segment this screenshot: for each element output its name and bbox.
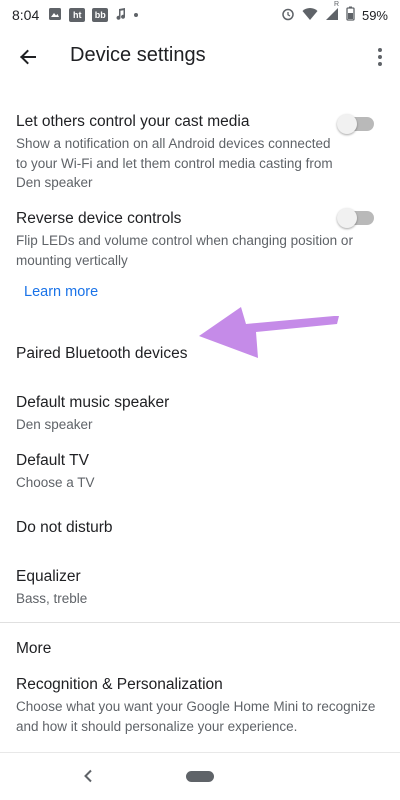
- default-tv-title: Default TV: [16, 452, 89, 469]
- cast-media-setting[interactable]: Let others control your cast media Show …: [16, 112, 336, 193]
- default-tv-item[interactable]: Default TV Choose a TV: [16, 451, 384, 493]
- status-bar: 8:04 ht bb R 59%: [0, 0, 400, 30]
- recognition-description: Choose what you want your Google Home Mi…: [16, 699, 376, 734]
- home-pill-icon[interactable]: [186, 771, 214, 782]
- reverse-controls-description: Flip LEDs and volume control when changi…: [16, 233, 353, 268]
- alarm-icon: [281, 7, 295, 24]
- wifi-icon: [302, 7, 318, 24]
- music-note-icon: [115, 7, 127, 24]
- annotation-arrow-icon: [199, 307, 339, 358]
- default-music-speaker-value: Den speaker: [16, 417, 93, 432]
- chevron-left-icon: [84, 769, 92, 783]
- cell-signal-icon: R: [325, 1, 339, 24]
- app-bar: Device settings: [0, 30, 400, 84]
- cast-media-toggle[interactable]: [337, 114, 374, 134]
- back-button[interactable]: [14, 43, 42, 71]
- equalizer-value: Bass, treble: [16, 591, 88, 606]
- more-section-header: More: [16, 640, 52, 657]
- recognition-personalization-item[interactable]: Recognition & Personalization Choose wha…: [16, 675, 384, 736]
- system-navigation-bar: [0, 752, 400, 800]
- more-notifications-dot-icon: [134, 13, 139, 17]
- do-not-disturb-title: Do not disturb: [16, 519, 113, 536]
- do-not-disturb-item[interactable]: Do not disturb: [16, 518, 384, 538]
- section-divider: [0, 622, 400, 623]
- equalizer-title: Equalizer: [16, 568, 81, 585]
- equalizer-item[interactable]: Equalizer Bass, treble: [16, 567, 384, 609]
- default-music-speaker-title: Default music speaker: [16, 394, 170, 411]
- gallery-notification-icon: [48, 7, 62, 24]
- status-time: 8:04: [12, 7, 40, 23]
- toggle-knob: [337, 114, 357, 134]
- default-tv-value: Choose a TV: [16, 475, 95, 490]
- more-vert-icon: [378, 48, 382, 66]
- battery-percent: 59%: [361, 7, 388, 23]
- battery-icon: [346, 6, 355, 24]
- roaming-label: R: [333, 0, 340, 8]
- overflow-menu-button[interactable]: [370, 43, 390, 71]
- learn-more-link[interactable]: Learn more: [24, 284, 98, 300]
- page-title: Device settings: [70, 44, 206, 66]
- toggle-knob: [337, 208, 357, 228]
- cast-media-title: Let others control your cast media: [16, 113, 250, 130]
- recognition-title: Recognition & Personalization: [16, 676, 223, 693]
- arrow-left-icon: [20, 49, 36, 65]
- reverse-controls-title: Reverse device controls: [16, 210, 182, 227]
- reverse-controls-setting[interactable]: Reverse device controls Flip LEDs and vo…: [16, 209, 384, 270]
- cast-media-description: Show a notification on all Android devic…: [16, 136, 333, 190]
- default-music-speaker-item[interactable]: Default music speaker Den speaker: [16, 393, 384, 435]
- ht-notification-icon: ht: [69, 8, 86, 22]
- nav-back-button[interactable]: [78, 765, 98, 787]
- reverse-controls-toggle[interactable]: [337, 208, 374, 228]
- bb-notification-icon: bb: [92, 8, 109, 22]
